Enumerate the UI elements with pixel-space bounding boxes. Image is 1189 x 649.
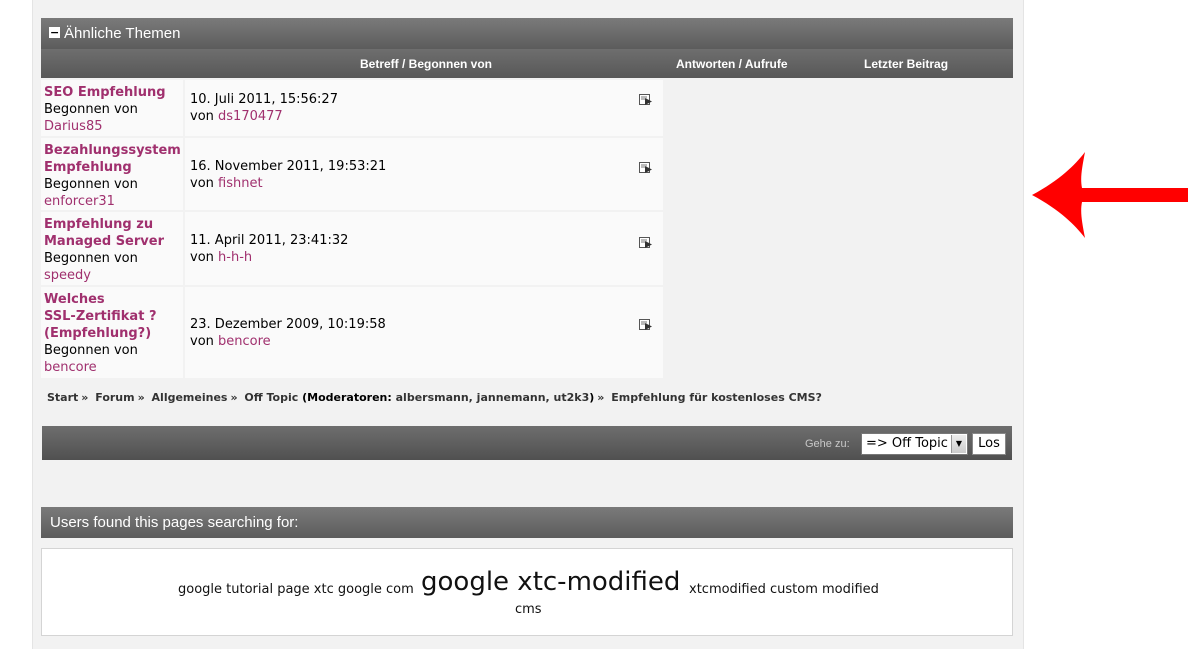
last-post-cell: 16. November 2011, 19:53:21 von fishnet [185,138,663,210]
topic-subject-cell: Bezahlungssystem Empfehlung Begonnen von … [41,138,183,210]
topic-starter-link[interactable]: speedy [44,268,91,283]
topic-subject-cell: Empfehlung zu Managed Server Begonnen von… [41,212,183,285]
last-post-user-link[interactable]: ds170477 [218,109,283,124]
breadcrumb-offtopic[interactable]: Off Topic [244,391,298,404]
jump-label: Gehe zu: [805,438,850,450]
chevron-down-icon[interactable]: ▼ [951,435,966,453]
topic-title-link[interactable]: Bezahlungssystem Empfehlung [44,142,181,176]
table-row: Empfehlung zu Managed Server Begonnen von… [41,212,663,285]
breadcrumb-start[interactable]: Start [47,391,78,404]
started-by-label: Begonnen von [44,251,138,266]
topics-table-header: Betreff / Begonnen von Antworten / Aufru… [41,49,1013,78]
search-tag[interactable]: google xtc-modified [421,567,680,597]
last-post-date: 16. November 2011, 19:53:21 [190,159,387,174]
search-terms-header: Users found this pages searching for: [41,507,1013,538]
column-last-post: Letzter Beitrag [864,57,949,71]
last-post-icon[interactable] [639,94,653,106]
table-row: SEO Empfehlung Begonnen von Darius85 10.… [41,80,663,136]
topic-subject-cell: SEO Empfehlung Begonnen von Darius85 [41,80,183,136]
column-replies[interactable]: Antworten / Aufrufe [676,57,788,71]
by-label: von [190,176,214,191]
breadcrumb-current-topic[interactable]: Empfehlung für kostenloses CMS? [611,391,822,404]
topic-starter-link[interactable]: enforcer31 [44,194,115,209]
last-post-cell: 11. April 2011, 23:41:32 von h-h-h [185,212,663,285]
topic-title-link[interactable]: SEO Empfehlung [44,84,180,101]
last-post-cell: 23. Dezember 2009, 10:19:58 von bencore [185,287,663,378]
last-post-icon[interactable] [639,319,653,331]
topic-starter-link[interactable]: Darius85 [44,119,103,134]
by-label: von [190,334,214,349]
topic-title-link[interactable]: Welches SSL-Zertifikat ? (Empfehlung?) [44,291,180,342]
search-tag[interactable]: xtcmodified custom modified [689,582,879,597]
search-tag[interactable]: cms [515,602,542,617]
search-terms-box: google tutorial page xtc google com goog… [41,548,1013,636]
column-subject[interactable]: Betreff / Begonnen von [360,57,492,71]
similar-topics-title: Ähnliche Themen [64,25,181,42]
topic-subject-cell: Welches SSL-Zertifikat ? (Empfehlung?) Beg… [41,287,183,378]
moderators-label: Moderatoren: [307,391,392,404]
jump-selected-value: => Off Topic [866,436,948,451]
table-row: Welches SSL-Zertifikat ? (Empfehlung?) Beg… [41,287,663,378]
last-post-date: 11. April 2011, 23:41:32 [190,233,349,248]
last-post-icon[interactable] [639,162,653,174]
topic-starter-link[interactable]: bencore [44,360,97,375]
collapse-icon[interactable]: − [49,26,60,38]
jump-bar: Gehe zu: => Off Topic ▼ Los [42,426,1012,460]
breadcrumb-general[interactable]: Allgemeines [152,391,228,404]
last-post-date: 23. Dezember 2009, 10:19:58 [190,317,386,332]
last-post-cell: 10. Juli 2011, 15:56:27 von ds170477 [185,80,663,136]
breadcrumb-forum[interactable]: Forum [95,391,134,404]
jump-select[interactable]: => Off Topic ▼ [861,433,968,455]
moderators-links[interactable]: albersmann, jannemann, ut2k3 [396,391,590,404]
table-row: Bezahlungssystem Empfehlung Begonnen von … [41,138,663,210]
last-post-icon[interactable] [639,237,653,249]
similar-topics-header: − Ähnliche Themen [41,18,1013,49]
last-post-date: 10. Juli 2011, 15:56:27 [190,92,338,107]
started-by-label: Begonnen von [44,102,138,117]
red-arrow-icon [1032,152,1188,238]
last-post-user-link[interactable]: fishnet [218,176,263,191]
topic-title-link[interactable]: Empfehlung zu Managed Server [44,216,180,250]
started-by-label: Begonnen von [44,343,138,358]
go-button[interactable]: Los [972,433,1006,455]
started-by-label: Begonnen von [44,177,138,192]
last-post-user-link[interactable]: h-h-h [218,250,252,265]
last-post-user-link[interactable]: bencore [218,334,271,349]
breadcrumb: Start» Forum» Allgemeines» Off Topic (Mo… [47,391,822,404]
by-label: von [190,109,214,124]
search-tag[interactable]: google tutorial page xtc google com [178,582,414,597]
by-label: von [190,250,214,265]
